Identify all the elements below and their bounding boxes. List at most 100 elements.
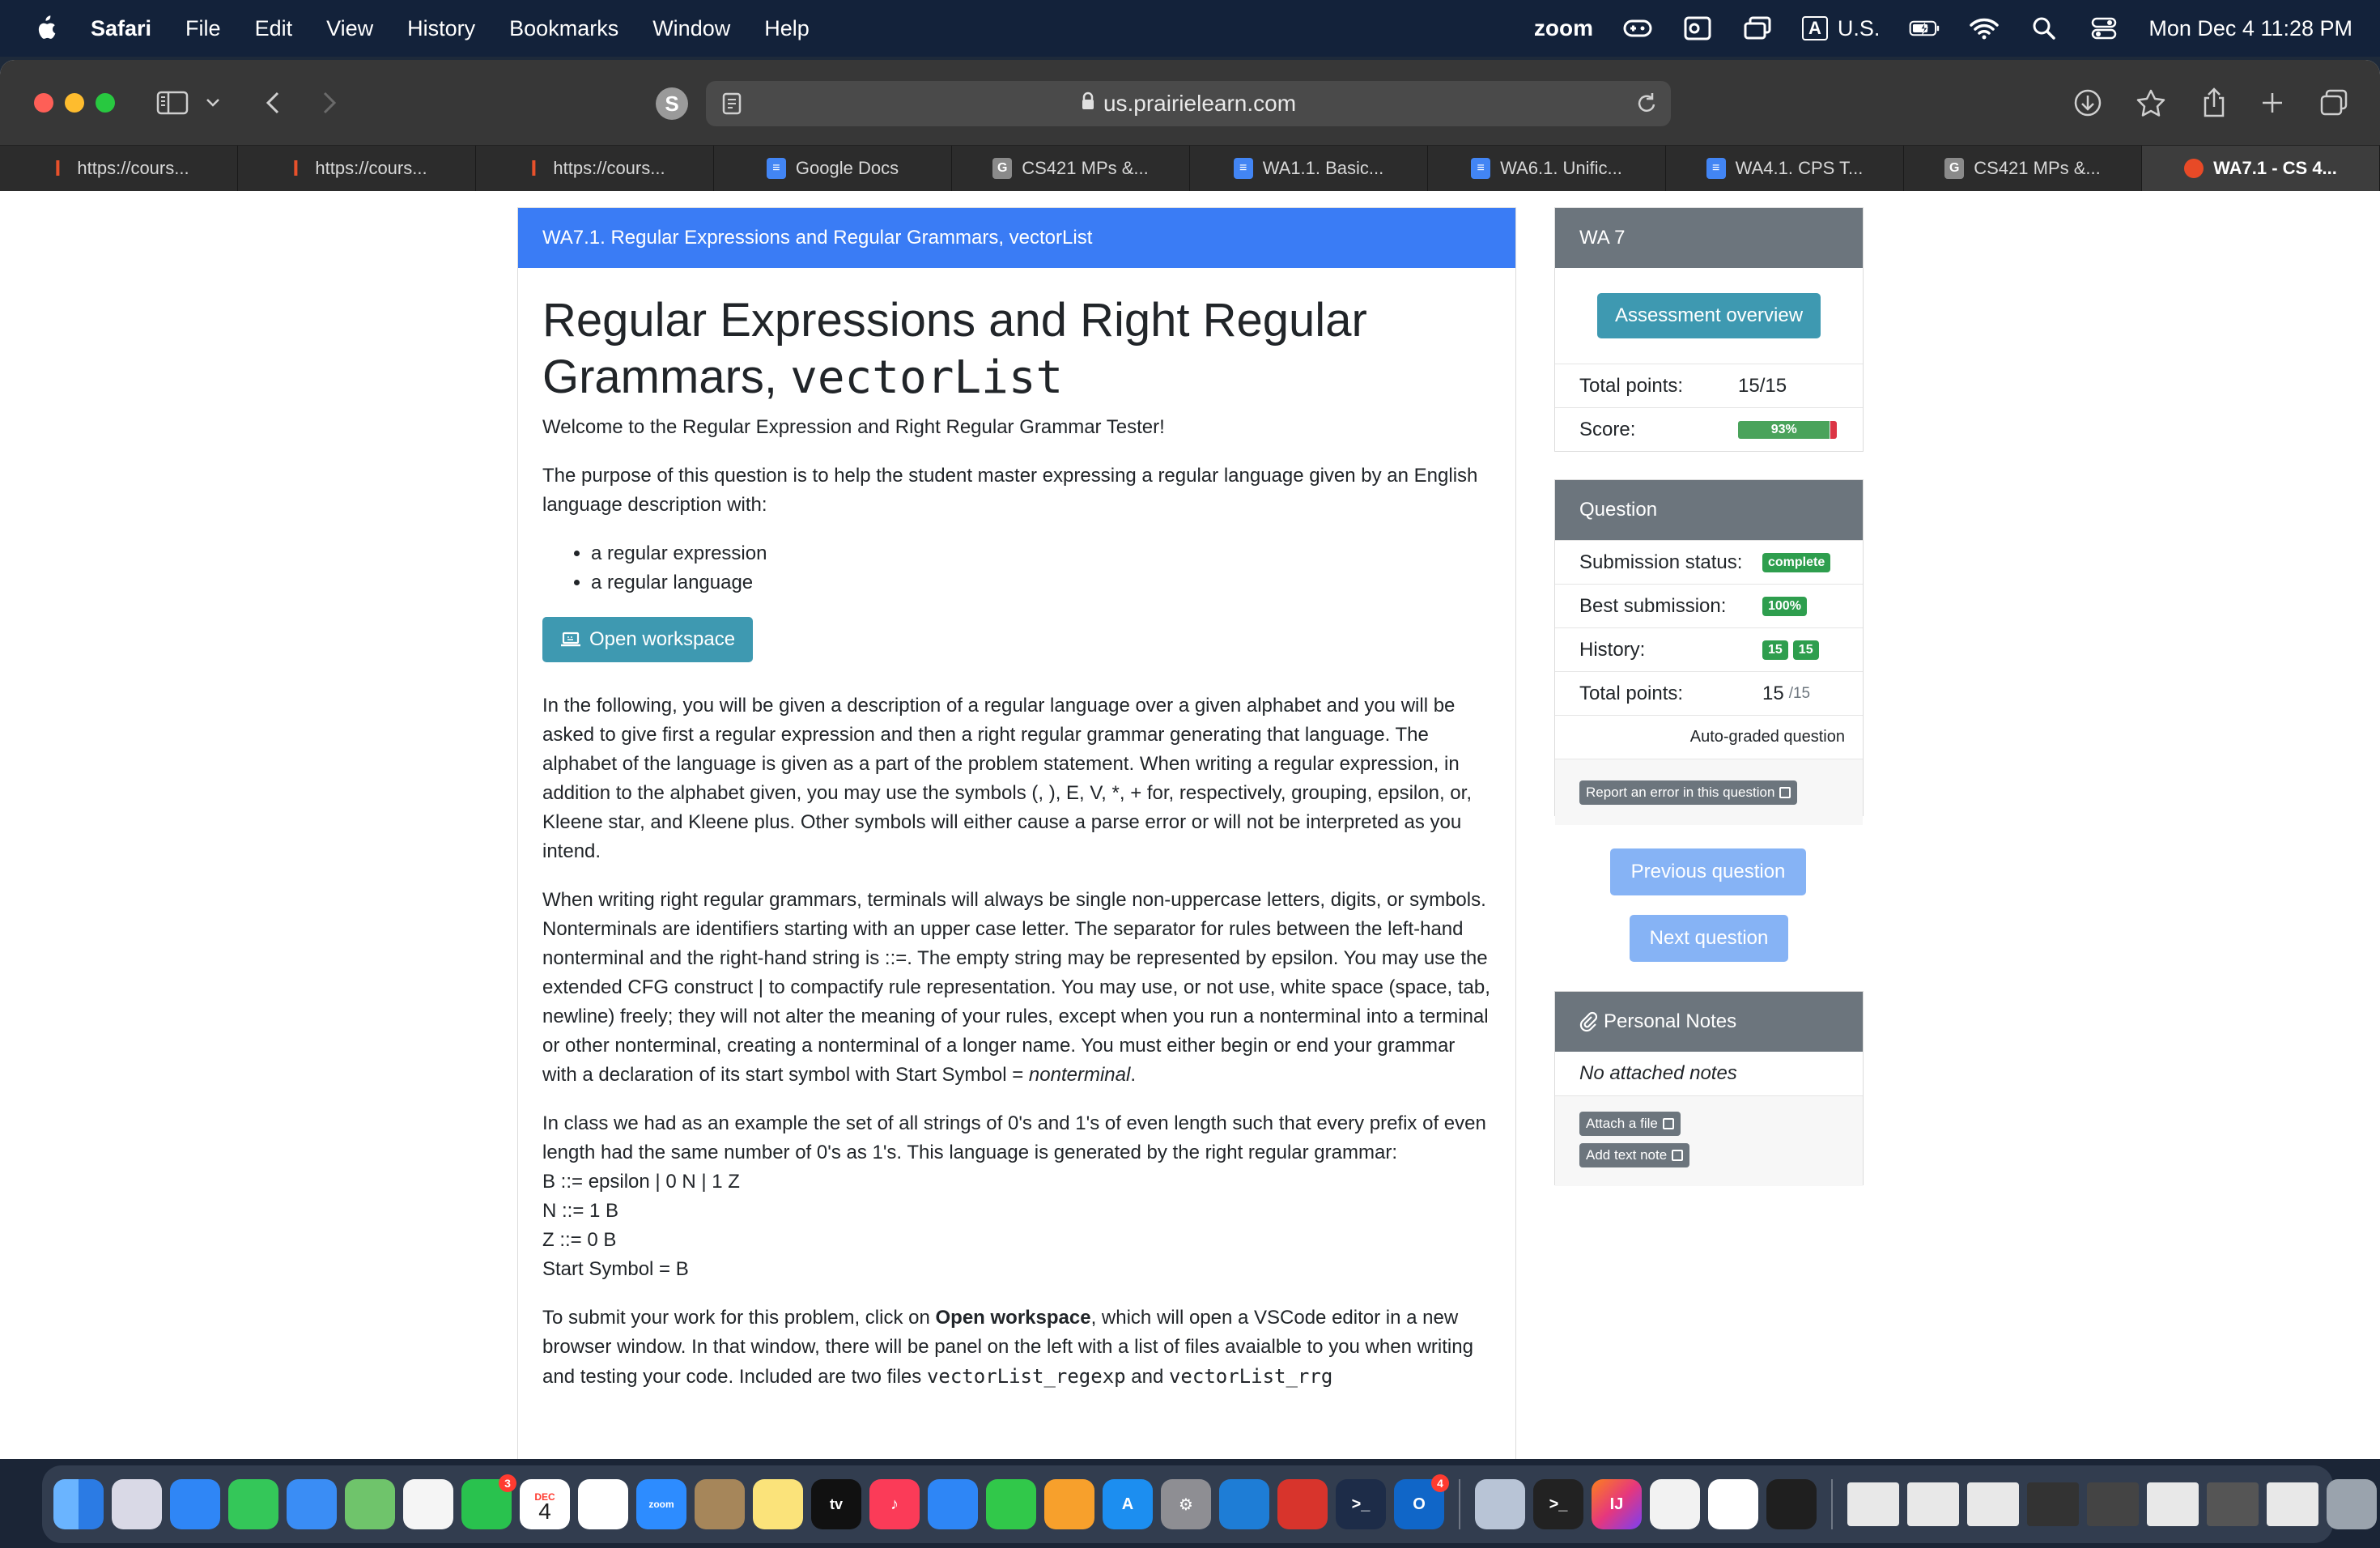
trash-icon[interactable] [2327,1479,2377,1529]
chevron-down-icon[interactable] [201,84,225,121]
outlook-status-icon[interactable] [1682,15,1713,42]
document-thumbnail[interactable] [2207,1482,2259,1526]
terminal-icon[interactable]: >_ [1533,1479,1583,1529]
numbers-icon[interactable] [986,1479,1036,1529]
fullscreen-window-button[interactable] [96,93,115,113]
assessment-overview-button[interactable]: Assessment overview [1596,293,1821,338]
dock-shelf: 3 DEC 4 zoom tv ♪ A ⚙ >_ O4 >_ IJ [42,1465,2377,1543]
menu-edit[interactable]: Edit [255,16,293,41]
activity-monitor-icon[interactable] [1766,1479,1817,1529]
facetime-icon[interactable]: 3 [461,1474,516,1529]
tab-10-active[interactable]: WA7.1 - CS 4... [2142,146,2380,191]
document-thumbnail[interactable] [1967,1482,2019,1526]
apple-tv-icon[interactable]: tv [811,1479,861,1529]
close-window-button[interactable] [34,93,53,113]
document-thumbnail[interactable] [2267,1482,2318,1526]
minimize-window-button[interactable] [65,93,84,113]
reload-icon[interactable] [1635,91,1658,121]
address-bar[interactable]: us.prairielearn.com [706,81,1671,126]
document-thumbnail[interactable] [1907,1482,1959,1526]
menu-bookmarks[interactable]: Bookmarks [509,16,618,41]
tab-3[interactable]: Ihttps://cours... [476,146,714,191]
tab-7[interactable]: ≡ WA6.1. Unific... [1428,146,1666,191]
menu-view[interactable]: View [326,16,373,41]
finder-icon[interactable] [53,1479,104,1529]
zoom-app-icon[interactable]: zoom [636,1479,686,1529]
tab-overview-icon[interactable] [2315,84,2352,121]
photos-icon[interactable] [403,1479,453,1529]
share-icon[interactable] [2195,84,2233,121]
menu-help[interactable]: Help [764,16,810,41]
safari-icon[interactable] [170,1479,220,1529]
zoom-status-item[interactable]: zoom [1534,15,1593,41]
notes-icon[interactable] [753,1479,803,1529]
document-thumbnail[interactable] [1847,1482,1899,1526]
dock-separator [1831,1479,1833,1529]
calendar-icon[interactable]: DEC 4 [520,1479,570,1529]
document-thumbnail[interactable] [2027,1482,2079,1526]
instructions-regex: In the following, you will be given a de… [542,695,1472,862]
mail-icon[interactable] [287,1479,337,1529]
battery-icon[interactable] [1909,15,1940,42]
menu-file[interactable]: File [185,16,221,41]
next-question-button[interactable]: Next question [1630,915,1788,962]
document-thumbnail[interactable] [2087,1482,2139,1526]
tab-5[interactable]: G CS421 MPs &... [952,146,1190,191]
messages-icon[interactable] [228,1479,278,1529]
tab-1[interactable]: Ihttps://cours... [0,146,238,191]
spotlight-search-icon[interactable] [2029,15,2059,42]
profile-avatar[interactable]: S [656,87,688,120]
url-text: us.prairielearn.com [1103,91,1297,116]
speech-app-icon[interactable] [1277,1479,1328,1529]
apple-icon[interactable] [32,15,57,42]
chrome-icon[interactable] [1650,1479,1700,1529]
wifi-icon[interactable] [1969,15,2000,42]
reminders-icon[interactable] [578,1479,628,1529]
attach-file-button[interactable]: Attach a file [1579,1112,1681,1136]
tab-4[interactable]: ≡ Google Docs [714,146,952,191]
previous-question-button[interactable]: Previous question [1610,848,1806,895]
contacts-icon[interactable] [695,1479,745,1529]
add-text-note-button[interactable]: Add text note [1579,1143,1690,1167]
preview-icon[interactable] [1475,1479,1525,1529]
pages-icon[interactable] [1044,1479,1094,1529]
music-icon[interactable]: ♪ [869,1479,920,1529]
intellij-icon[interactable]: IJ [1592,1479,1642,1529]
control-center-icon[interactable] [2089,15,2119,42]
menu-app-name[interactable]: Safari [91,16,151,41]
slack-icon[interactable] [1708,1479,1758,1529]
clock[interactable]: Mon Dec 4 11:28 PM [2148,16,2352,41]
launchpad-icon[interactable] [112,1479,162,1529]
app-store-icon[interactable]: A [1103,1479,1153,1529]
menu-history[interactable]: History [407,16,475,41]
history-badge[interactable]: 15 [1792,640,1819,660]
reader-mode-icon[interactable] [722,92,742,121]
windows-icon[interactable] [1742,15,1773,42]
keynote-icon[interactable] [928,1479,978,1529]
system-settings-icon[interactable]: ⚙ [1161,1479,1211,1529]
welcome-text: Welcome to the Regular Expression and Ri… [542,416,1165,438]
history-badge[interactable]: 15 [1762,640,1788,660]
input-source-menu[interactable]: A U.S. [1801,16,1880,41]
tab-2[interactable]: Ihttps://cours... [238,146,476,191]
report-error-button[interactable]: Report an error in this question [1579,780,1798,805]
sidebar-toggle-icon[interactable] [154,84,191,121]
tab-8[interactable]: ≡ WA4.1. CPS T... [1666,146,1904,191]
vscode-icon[interactable] [1219,1479,1269,1529]
tab-9[interactable]: G CS421 MPs &... [1904,146,2142,191]
tab-6[interactable]: ≡ WA1.1. Basic... [1190,146,1428,191]
forward-arrow-icon[interactable] [311,84,348,121]
downloads-icon[interactable] [2069,84,2106,121]
bookmark-star-icon[interactable] [2132,84,2170,121]
outlook-icon[interactable]: O4 [1394,1474,1449,1529]
document-thumbnail[interactable] [2147,1482,2199,1526]
score-progress-bar: 93% [1738,420,1837,439]
gamecontroller-icon[interactable] [1622,15,1653,42]
open-workspace-button[interactable]: Open workspace [542,617,754,662]
prairielearn-icon [2184,159,2204,178]
menu-window[interactable]: Window [652,16,730,41]
back-arrow-icon[interactable] [254,84,291,121]
maps-icon[interactable] [345,1479,395,1529]
powershell-icon[interactable]: >_ [1336,1479,1386,1529]
new-tab-plus-icon[interactable] [2254,84,2291,121]
